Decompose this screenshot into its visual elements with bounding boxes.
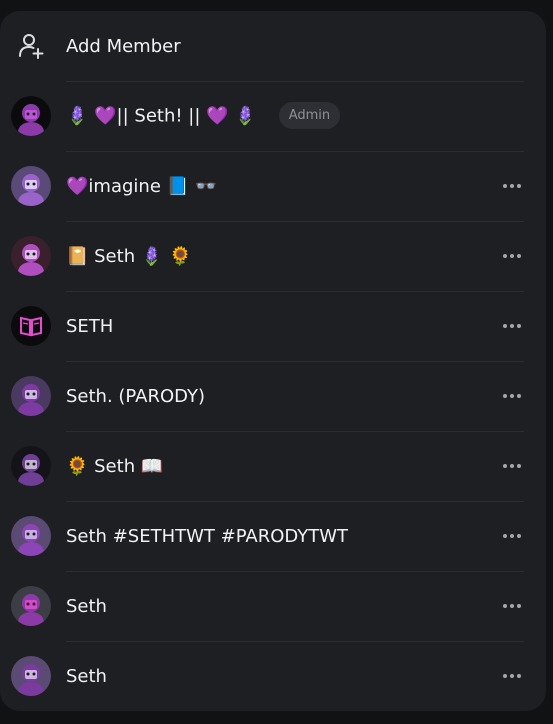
member-name: 🌻 Seth 📖 bbox=[66, 456, 163, 477]
member-avatar[interactable] bbox=[11, 656, 51, 696]
member-name-text: Seth bbox=[66, 665, 107, 687]
member-name: 🪻 💜|| Seth! || 💜 🪻 Admin bbox=[66, 101, 341, 130]
member-row[interactable]: Seth bbox=[0, 571, 546, 641]
member-name: Seth bbox=[66, 666, 107, 687]
more-options-icon[interactable] bbox=[500, 524, 524, 548]
member-name: 📔 Seth 🪻 🌻 bbox=[66, 246, 191, 267]
add-member-label: Add Member bbox=[66, 35, 181, 57]
member-row[interactable]: Seth #SETHTWT #PARODYTWT bbox=[0, 501, 546, 571]
row-divider bbox=[66, 431, 524, 432]
more-options-icon[interactable] bbox=[500, 174, 524, 198]
row-divider bbox=[66, 291, 524, 292]
member-avatar[interactable] bbox=[11, 446, 51, 486]
member-name-text: Seth bbox=[66, 595, 107, 617]
member-avatar[interactable] bbox=[11, 376, 51, 416]
member-avatar[interactable] bbox=[11, 586, 51, 626]
member-name-text: 📔 Seth 🪻 🌻 bbox=[66, 245, 192, 267]
row-divider bbox=[66, 641, 524, 642]
member-avatar[interactable] bbox=[11, 516, 51, 556]
member-name: Seth bbox=[66, 596, 107, 617]
admin-badge: Admin bbox=[278, 101, 341, 129]
more-options-icon[interactable] bbox=[500, 244, 524, 268]
more-options-icon[interactable] bbox=[500, 384, 524, 408]
member-row[interactable]: 🌻 Seth 📖 bbox=[0, 431, 546, 501]
member-row[interactable]: 🪻 💜|| Seth! || 💜 🪻 Admin bbox=[0, 81, 546, 151]
member-row[interactable]: 📔 Seth 🪻 🌻 bbox=[0, 221, 546, 291]
member-row[interactable]: Seth bbox=[0, 641, 546, 711]
member-name: Seth #SETHTWT #PARODYTWT bbox=[66, 526, 348, 547]
member-avatar[interactable] bbox=[11, 306, 51, 346]
member-list-panel: Add Member 🪻 💜|| Seth! || 💜 🪻 Admin 💜imagi… bbox=[0, 11, 546, 711]
member-name-text: SETH bbox=[66, 315, 114, 337]
member-avatar[interactable] bbox=[11, 236, 51, 276]
more-options-icon[interactable] bbox=[500, 454, 524, 478]
member-name-text: 🪻 💜|| Seth! || 💜 🪻 bbox=[66, 105, 257, 126]
member-row[interactable]: SETH bbox=[0, 291, 546, 361]
add-member-button[interactable]: Add Member bbox=[0, 11, 546, 81]
more-options-icon[interactable] bbox=[500, 314, 524, 338]
member-row[interactable]: 💜imagine 📘 👓 bbox=[0, 151, 546, 221]
member-name-text: Seth #SETHTWT #PARODYTWT bbox=[66, 525, 349, 547]
row-divider bbox=[66, 361, 524, 362]
member-name-text: Seth. (PARODY) bbox=[66, 385, 206, 407]
member-name-text: 💜imagine 📘 👓 bbox=[66, 175, 218, 197]
member-avatar[interactable] bbox=[11, 166, 51, 206]
add-user-icon bbox=[19, 34, 44, 59]
row-divider bbox=[66, 221, 524, 222]
member-name-text: 🌻 Seth 📖 bbox=[66, 455, 164, 477]
member-name: 💜imagine 📘 👓 bbox=[66, 176, 217, 197]
member-name: Seth. (PARODY) bbox=[66, 386, 205, 407]
member-row[interactable]: Seth. (PARODY) bbox=[0, 361, 546, 431]
row-divider bbox=[66, 81, 524, 82]
more-options-icon[interactable] bbox=[500, 594, 524, 618]
more-options-icon[interactable] bbox=[500, 664, 524, 688]
row-divider bbox=[66, 151, 524, 152]
row-divider bbox=[66, 571, 524, 572]
member-avatar[interactable] bbox=[11, 96, 51, 136]
row-divider bbox=[66, 501, 524, 502]
member-name: SETH bbox=[66, 316, 113, 337]
